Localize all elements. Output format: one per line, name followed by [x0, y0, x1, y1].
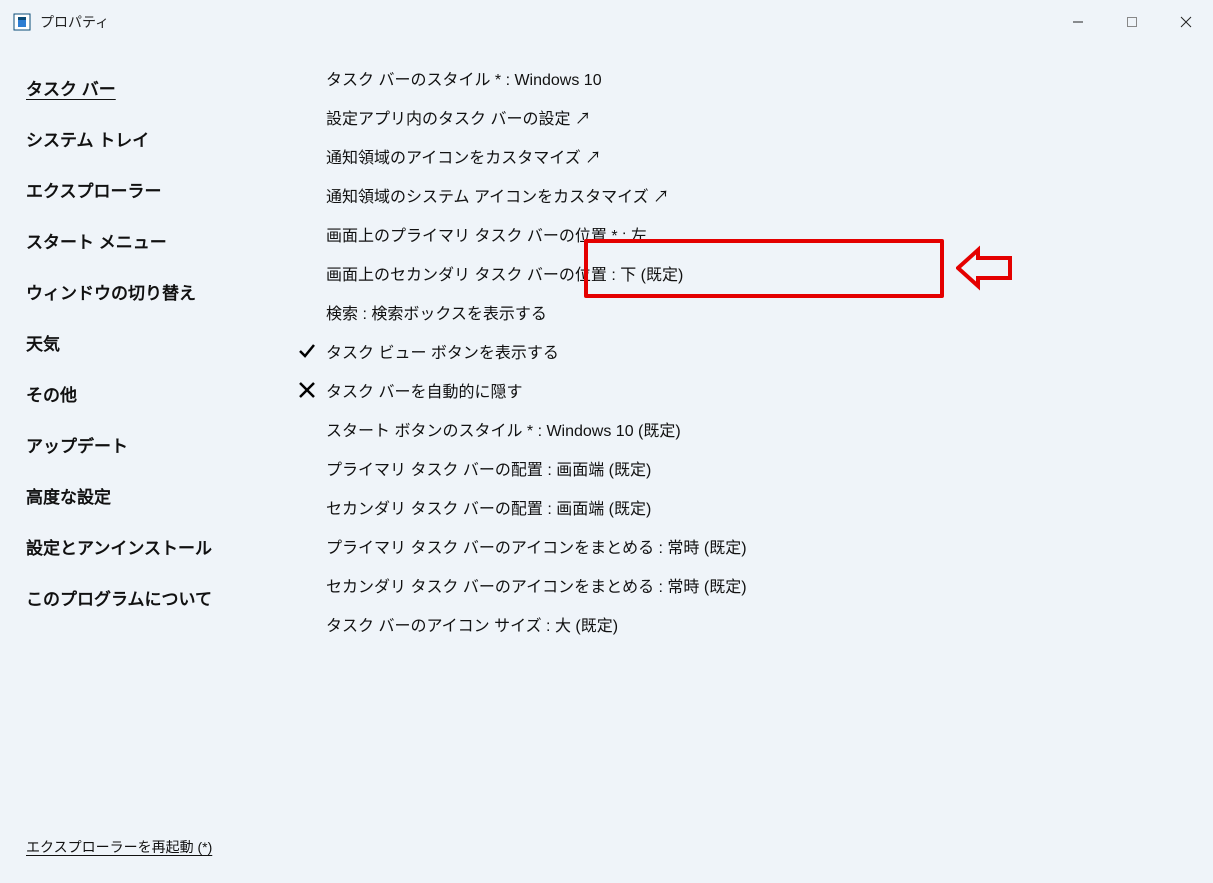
- option-notification-icons-link[interactable]: 通知領域のアイコンをカスタマイズ ↗: [298, 136, 1193, 175]
- sidebar-item-advanced[interactable]: 高度な設定: [26, 470, 111, 521]
- option-autohide-taskbar[interactable]: タスク バーを自動的に隠す: [298, 370, 1193, 409]
- option-start-button-style[interactable]: スタート ボタンのスタイル * : Windows 10 (既定): [298, 409, 1193, 448]
- sidebar-item-explorer[interactable]: エクスプローラー: [26, 164, 162, 215]
- option-taskview-button[interactable]: タスク ビュー ボタンを表示する: [298, 331, 1193, 370]
- option-primary-taskbar-alignment[interactable]: プライマリ タスク バーの配置 : 画面端 (既定): [298, 448, 1193, 487]
- option-secondary-combine-icons[interactable]: セカンダリ タスク バーのアイコンをまとめる : 常時 (既定): [298, 565, 1193, 604]
- sidebar-item-windowswitch[interactable]: ウィンドウの切り替え: [26, 266, 196, 317]
- option-secondary-taskbar-alignment[interactable]: セカンダリ タスク バーの配置 : 画面端 (既定): [298, 487, 1193, 526]
- option-notification-system-icons-link[interactable]: 通知領域のシステム アイコンをカスタマイズ ↗: [298, 175, 1193, 214]
- cross-icon: [298, 381, 326, 399]
- close-button[interactable]: [1159, 0, 1213, 44]
- indented-group: 画面上のプライマリ タスク バーの位置 * : 左 画面上のセカンダリ タスク …: [298, 214, 1193, 643]
- content-inner: タスク バーのスタイル * : Windows 10 設定アプリ内のタスク バー…: [270, 58, 1193, 643]
- sidebar-item-startmenu[interactable]: スタート メニュー: [26, 215, 167, 266]
- sidebar-item-systemtray[interactable]: システム トレイ: [26, 113, 149, 164]
- option-taskbar-settings-link[interactable]: 設定アプリ内のタスク バーの設定 ↗: [298, 97, 1193, 136]
- sidebar-item-about[interactable]: このプログラムについて: [26, 572, 212, 623]
- content: タスク バーのスタイル * : Windows 10 設定アプリ内のタスク バー…: [270, 44, 1213, 643]
- titlebar: プロパティ: [0, 0, 1213, 44]
- option-taskbar-icon-size[interactable]: タスク バーのアイコン サイズ : 大 (既定): [298, 604, 1193, 643]
- window-controls: [1051, 0, 1213, 44]
- app-icon: [12, 12, 32, 32]
- option-secondary-taskbar-position[interactable]: 画面上のセカンダリ タスク バーの位置 : 下 (既定): [298, 253, 1193, 292]
- client-area: タスク バー システム トレイ エクスプローラー スタート メニュー ウィンドウ…: [0, 44, 1213, 883]
- sidebar-item-taskbar[interactable]: タスク バー: [26, 62, 116, 113]
- option-search[interactable]: 検索 : 検索ボックスを表示する: [298, 292, 1193, 331]
- option-taskbar-style[interactable]: タスク バーのスタイル * : Windows 10: [298, 58, 1193, 97]
- option-primary-taskbar-position[interactable]: 画面上のプライマリ タスク バーの位置 * : 左: [298, 214, 1193, 253]
- restart-explorer-link[interactable]: エクスプローラーを再起動 (*): [26, 837, 212, 857]
- sidebar-item-other[interactable]: その他: [26, 368, 77, 419]
- sidebar-item-update[interactable]: アップデート: [26, 419, 128, 470]
- content-wrap: タスク バーのスタイル * : Windows 10 設定アプリ内のタスク バー…: [270, 44, 1213, 883]
- sidebar-item-settings-uninstall[interactable]: 設定とアンインストール: [26, 521, 212, 572]
- window-title: プロパティ: [40, 12, 109, 32]
- minimize-button[interactable]: [1051, 0, 1105, 44]
- sidebar-item-weather[interactable]: 天気: [26, 317, 60, 368]
- check-icon: [298, 342, 326, 360]
- maximize-button[interactable]: [1105, 0, 1159, 44]
- option-primary-combine-icons[interactable]: プライマリ タスク バーのアイコンをまとめる : 常時 (既定): [298, 526, 1193, 565]
- sidebar: タスク バー システム トレイ エクスプローラー スタート メニュー ウィンドウ…: [0, 44, 270, 883]
